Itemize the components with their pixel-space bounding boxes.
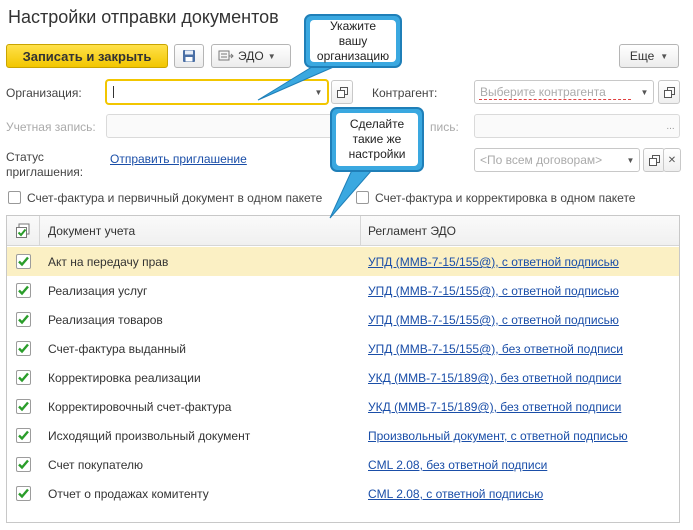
settings-callout: Сделайте такие же настройки xyxy=(330,107,424,172)
organization-callout-text: Укажите вашу организацию xyxy=(310,19,396,63)
organization-callout: Укажите вашу организацию xyxy=(304,14,402,68)
callout-pointers xyxy=(257,61,374,219)
settings-callout-text: Сделайте такие же настройки xyxy=(336,113,418,166)
